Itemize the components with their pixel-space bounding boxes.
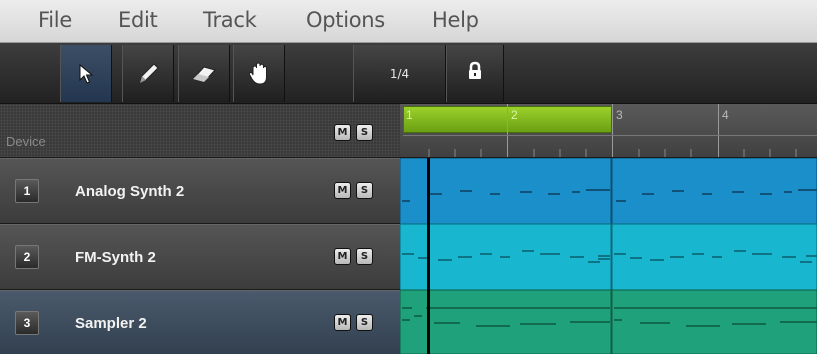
hand-icon — [248, 61, 270, 86]
menu-help[interactable]: Help — [432, 8, 479, 32]
mute-button[interactable]: M — [334, 182, 351, 199]
menu-options[interactable]: Options — [306, 8, 385, 32]
solo-button[interactable]: S — [356, 248, 373, 265]
track-header-2[interactable]: 2 FM-Synth 2 M S — [0, 224, 400, 290]
hand-tool-button[interactable] — [233, 45, 285, 102]
menu-edit[interactable]: Edit — [118, 8, 158, 32]
mute-button[interactable]: M — [334, 248, 351, 265]
track-header-3[interactable]: 3 Sampler 2 M S — [0, 290, 400, 354]
toolbar: 1/4 — [0, 43, 817, 104]
mute-button[interactable]: M — [334, 314, 351, 331]
solo-button[interactable]: S — [356, 182, 373, 199]
menu-track[interactable]: Track — [203, 8, 257, 32]
timeline-ruler[interactable]: 1 2 3 4 — [400, 104, 817, 158]
clip-lanes — [400, 158, 817, 354]
eraser-tool-button[interactable] — [178, 45, 230, 102]
arrow-cursor-icon — [77, 63, 95, 85]
track-header-1[interactable]: 1 Analog Synth 2 M S — [0, 158, 400, 224]
track-number: 2 — [15, 245, 39, 269]
midi-clip[interactable] — [400, 158, 612, 225]
track-number: 3 — [15, 311, 39, 335]
midi-clip[interactable] — [611, 158, 817, 225]
menu-bar: File Edit Track Options Help — [0, 0, 817, 43]
solo-button[interactable]: S — [356, 314, 373, 331]
track-number: 1 — [15, 179, 39, 203]
master-mute-button[interactable]: M — [334, 124, 351, 141]
track-name[interactable]: Sampler 2 — [75, 315, 147, 332]
playhead[interactable] — [427, 158, 430, 354]
device-column-label: Device — [6, 134, 46, 149]
pointer-tool-button[interactable] — [60, 45, 112, 102]
lock-icon — [467, 61, 483, 86]
eraser-icon — [189, 63, 219, 85]
track-name[interactable]: FM-Synth 2 — [75, 249, 156, 266]
menu-file[interactable]: File — [38, 8, 72, 32]
clip-area — [400, 158, 817, 354]
ruler-ticks — [403, 104, 817, 157]
track-header-bar: Device M S — [0, 104, 400, 158]
pencil-tool-button[interactable] — [122, 45, 174, 102]
lock-button[interactable] — [446, 45, 504, 102]
master-solo-button[interactable]: S — [356, 124, 373, 141]
quantize-display[interactable]: 1/4 — [353, 45, 446, 102]
track-name[interactable]: Analog Synth 2 — [75, 183, 184, 200]
pencil-icon — [135, 61, 161, 87]
